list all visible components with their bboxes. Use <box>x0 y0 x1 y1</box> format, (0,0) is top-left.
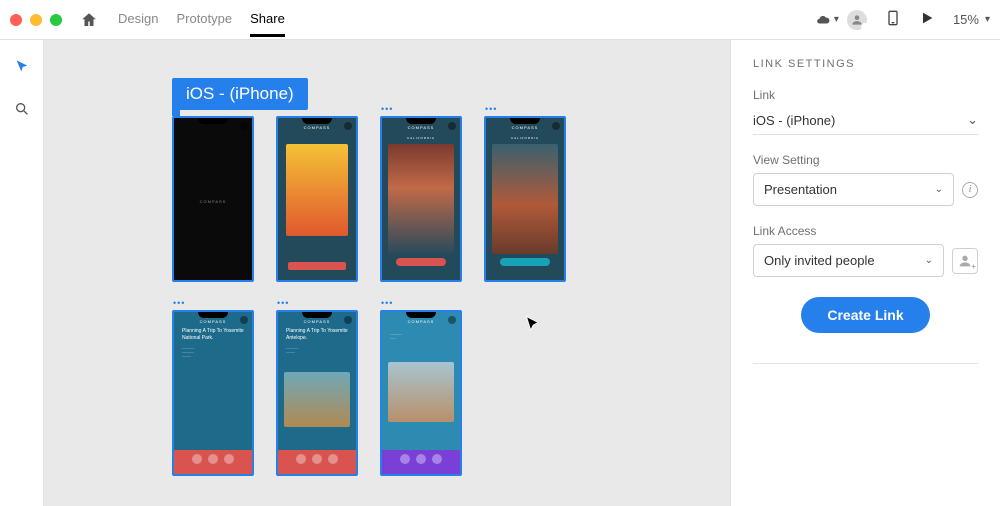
mobile-preview-icon[interactable] <box>885 9 901 30</box>
search-icon[interactable] <box>13 100 31 118</box>
canvas-area[interactable]: iOS - (iPhone) COMPASS COMPASS COMPASSCA… <box>44 40 730 506</box>
cloud-sync-menu[interactable]: ▾ <box>814 13 839 27</box>
left-toolbar <box>0 40 44 506</box>
divider <box>753 363 978 364</box>
window-controls <box>10 14 62 26</box>
artboard[interactable]: COMPASS <box>276 116 358 282</box>
zoom-select[interactable]: 15% ▾ <box>953 12 990 27</box>
play-icon[interactable] <box>919 10 935 29</box>
home-icon[interactable] <box>80 11 98 29</box>
view-setting-select[interactable]: Presentation ⌄ <box>753 173 954 206</box>
add-user-button[interactable]: + <box>952 248 978 274</box>
link-access-label: Link Access <box>753 224 978 238</box>
view-setting-label: View Setting <box>753 153 978 167</box>
link-access-value: Only invited people <box>764 253 875 268</box>
maximize-window-button[interactable] <box>50 14 62 26</box>
artboard[interactable]: COMPASSCALIFORNIA <box>380 116 462 282</box>
chevron-down-icon: ⌄ <box>925 255 933 266</box>
view-setting-value: Presentation <box>764 182 837 197</box>
invite-user-button[interactable] <box>847 10 867 30</box>
artboard-brand: COMPASS <box>174 199 252 204</box>
tab-share[interactable]: Share <box>250 3 285 37</box>
panel-title: LINK SETTINGS <box>753 58 978 70</box>
zoom-value: 15% <box>953 12 979 27</box>
select-tool-icon[interactable] <box>13 58 31 76</box>
close-window-button[interactable] <box>10 14 22 26</box>
artboard[interactable]: COMPASSPlanning A Trip To Yosemite Antel… <box>276 310 358 476</box>
tab-prototype[interactable]: Prototype <box>176 3 232 37</box>
cursor-icon <box>524 315 544 338</box>
link-dropdown[interactable]: iOS - (iPhone) ⌄ <box>753 108 978 135</box>
minimize-window-button[interactable] <box>30 14 42 26</box>
link-settings-panel: LINK SETTINGS Link iOS - (iPhone) ⌄ View… <box>730 40 1000 506</box>
info-icon[interactable]: i <box>962 182 978 198</box>
chevron-down-icon: ⌄ <box>967 112 978 128</box>
create-link-button[interactable]: Create Link <box>801 297 929 333</box>
link-value: iOS - (iPhone) <box>753 113 835 128</box>
artboard[interactable]: COMPASS <box>172 116 254 282</box>
link-access-select[interactable]: Only invited people ⌄ <box>753 244 944 277</box>
mode-tabs: Design Prototype Share <box>118 3 285 37</box>
artboard[interactable]: COMPASSCALIFORNIA <box>484 116 566 282</box>
artboard[interactable]: COMPASSPlanning A Trip To Yosemite Natio… <box>172 310 254 476</box>
chevron-down-icon: ▾ <box>985 14 990 25</box>
app-titlebar: Design Prototype Share ▾ 15% ▾ <box>0 0 1000 40</box>
chevron-down-icon: ⌄ <box>935 184 943 195</box>
tab-design[interactable]: Design <box>118 3 158 37</box>
chevron-down-icon: ▾ <box>834 14 839 25</box>
artboard[interactable]: COMPASS—————— <box>380 310 462 476</box>
link-field-label: Link <box>753 88 978 102</box>
